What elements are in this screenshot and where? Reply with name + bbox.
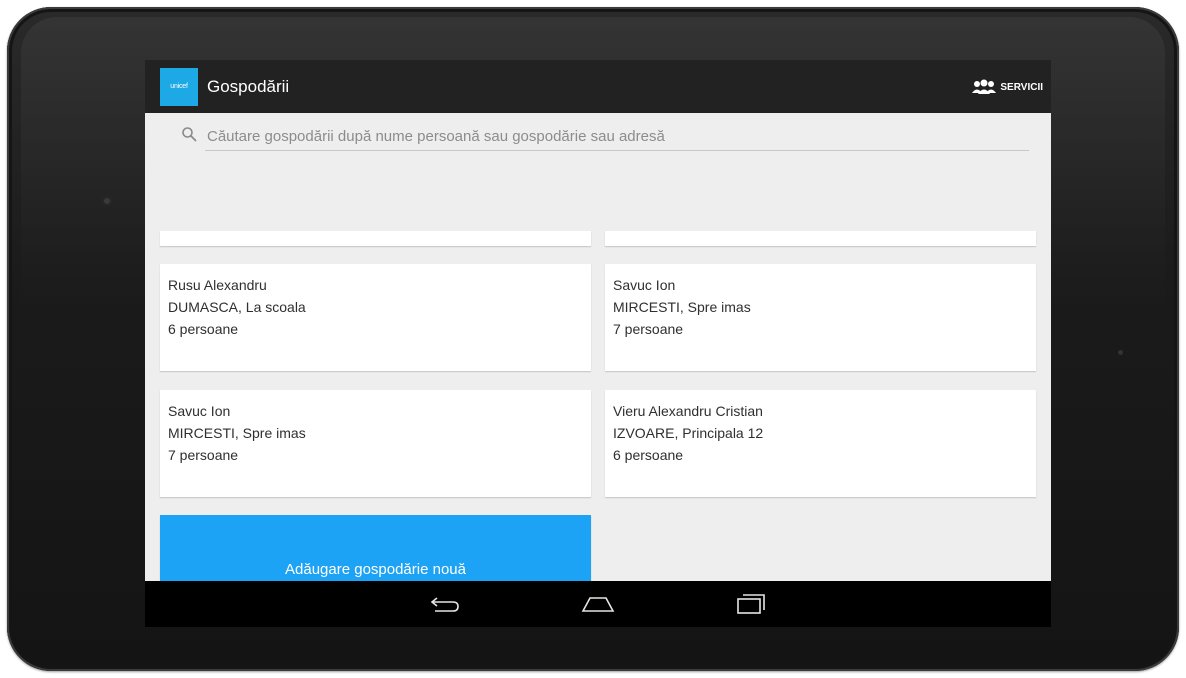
back-icon (430, 597, 459, 612)
home-icon (581, 597, 615, 612)
household-card[interactable]: Savuc Ion MIRCESTI, Spre imas 7 persoane (160, 390, 591, 497)
household-address: IZVOARE, Principala 12 (613, 425, 764, 441)
app-title: Gospodării (207, 77, 290, 96)
system-navigation-bar (145, 581, 1051, 627)
main-content: Rusu Alexandru DUMASCA, La scoala 6 pers… (145, 113, 1051, 581)
household-persons: 6 persoane (168, 321, 239, 337)
people-icon (972, 79, 997, 94)
household-address: MIRCESTI, Spre imas (613, 299, 751, 315)
household-card[interactable]: Vieru Alexandru Cristian IZVOARE, Princi… (605, 390, 1036, 497)
household-name: Vieru Alexandru Cristian (613, 403, 763, 419)
services-label: SERVICII (1000, 81, 1043, 93)
unicef-logo[interactable]: unicef (160, 68, 198, 106)
add-household-label: Adăugare gospodărie nouă (285, 561, 466, 578)
household-card[interactable]: Rusu Alexandru DUMASCA, La scoala 6 pers… (160, 264, 591, 371)
household-address: DUMASCA, La scoala (168, 299, 306, 315)
household-card[interactable]: Savuc Ion MIRCESTI, Spre imas 7 persoane (605, 264, 1036, 371)
action-bar: unicef Gospodării SERVICII (145, 60, 1051, 113)
search-input[interactable] (205, 122, 1029, 151)
home-button[interactable] (578, 590, 618, 618)
recent-apps-button[interactable] (731, 590, 771, 618)
back-button[interactable] (425, 590, 465, 618)
services-button[interactable]: SERVICII (971, 78, 1043, 96)
search-icon (182, 127, 197, 142)
household-name: Savuc Ion (613, 277, 676, 293)
front-camera (102, 196, 112, 206)
logo-text: unicef (170, 83, 188, 90)
device-screen: unicef Gospodării SERVICII Căutare gospo… (145, 60, 1051, 627)
household-name: Rusu Alexandru (168, 277, 267, 293)
household-persons: 7 persoane (168, 447, 239, 463)
household-persons: 7 persoane (613, 321, 684, 337)
household-card-partial[interactable] (605, 231, 1036, 246)
recent-apps-icon (737, 594, 765, 614)
add-household-button[interactable]: Adăugare gospodărie nouă (160, 515, 591, 581)
household-persons: 6 persoane (613, 447, 684, 463)
household-address: MIRCESTI, Spre imas (168, 425, 306, 441)
household-card-partial[interactable] (160, 231, 591, 246)
household-name: Savuc Ion (168, 403, 231, 419)
search-bar (145, 113, 1051, 163)
proximity-sensor (1118, 350, 1123, 355)
